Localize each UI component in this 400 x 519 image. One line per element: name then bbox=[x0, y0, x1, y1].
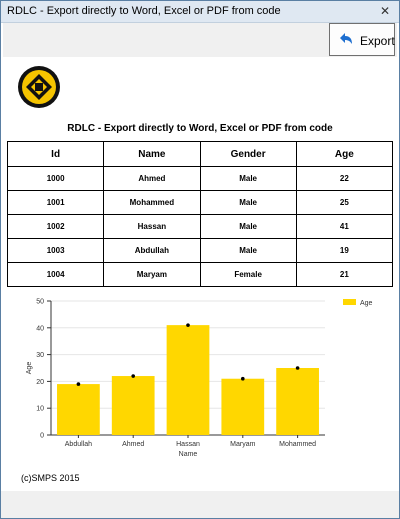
x-tick-label: Ahmed bbox=[122, 441, 144, 448]
bar-abdullah bbox=[57, 384, 100, 435]
x-axis-title: Name bbox=[179, 451, 198, 458]
report-title: RDLC - Export directly to Word, Excel or… bbox=[67, 123, 333, 134]
data-point-marker bbox=[241, 376, 245, 381]
x-tick-label: Maryam bbox=[230, 441, 255, 448]
cell-id: 1001 bbox=[6, 190, 105, 215]
footer-copyright: (c)SMPS 2015 bbox=[21, 473, 80, 483]
y-tick-label: 40 bbox=[36, 325, 44, 332]
column-header-name: Name bbox=[103, 141, 201, 167]
bar-hassan bbox=[166, 325, 210, 435]
cell-id: 1000 bbox=[6, 166, 105, 191]
export-button[interactable]: Export bbox=[329, 23, 395, 56]
cell-name: Maryam bbox=[103, 262, 201, 287]
y-tick-label: 50 bbox=[36, 299, 44, 306]
bar-mohammed bbox=[276, 368, 319, 435]
y-tick-label: 0 bbox=[40, 433, 44, 440]
cell-id: 1002 bbox=[6, 214, 105, 239]
cell-age: 22 bbox=[295, 166, 394, 191]
column-header-id: Id bbox=[6, 141, 105, 167]
cell-id: 1003 bbox=[6, 238, 105, 263]
undo-arrow-icon bbox=[340, 33, 352, 44]
cell-age: 41 bbox=[295, 214, 394, 239]
cell-age: 19 bbox=[295, 238, 394, 263]
table-header-row: Id Name Gender Age bbox=[6, 141, 394, 167]
data-point-marker bbox=[131, 374, 135, 378]
bar-maryam bbox=[221, 378, 265, 435]
cell-name: Abdullah bbox=[103, 238, 201, 263]
y-tick-label: 20 bbox=[36, 379, 44, 386]
column-header-gender: Gender bbox=[199, 141, 297, 167]
cell-id: 1004 bbox=[6, 262, 105, 287]
cell-gender: Male bbox=[199, 238, 297, 263]
legend-label: Age bbox=[360, 300, 373, 307]
table-row: 1003 Abdullah Male 19 bbox=[6, 238, 394, 263]
toolbar: Export bbox=[3, 23, 397, 57]
column-header-age: Age bbox=[295, 141, 394, 167]
legend-swatch bbox=[343, 299, 356, 305]
data-table: Id Name Gender Age 1000 Ahmed Male 22 10… bbox=[6, 141, 394, 287]
cell-age: 25 bbox=[295, 190, 394, 215]
app-window: RDLC - Export directly to Word, Excel or… bbox=[0, 0, 400, 519]
cell-name: Hassan bbox=[103, 214, 201, 239]
cell-age: 21 bbox=[295, 262, 394, 287]
cell-gender: Male bbox=[199, 214, 297, 239]
x-tick-label: Mohammed bbox=[279, 441, 316, 448]
table-row: 1000 Ahmed Male 22 bbox=[6, 166, 394, 191]
y-tick-label: 30 bbox=[36, 352, 44, 359]
window-title: RDLC - Export directly to Word, Excel or… bbox=[7, 5, 281, 17]
report-viewer: RDLC - Export directly to Word, Excel or… bbox=[6, 57, 394, 490]
bar-ahmed bbox=[111, 376, 155, 435]
data-point-marker bbox=[295, 366, 300, 370]
data-point-marker bbox=[186, 323, 190, 327]
logo-icon bbox=[18, 66, 60, 108]
cell-name: Mohammed bbox=[103, 190, 201, 215]
x-tick-label: Abdullah bbox=[65, 441, 92, 448]
cell-gender: Female bbox=[199, 262, 297, 287]
cell-name: Ahmed bbox=[103, 166, 201, 191]
table-row: 1002 Hassan Male 41 bbox=[6, 214, 394, 239]
y-tick-label: 10 bbox=[36, 406, 44, 413]
y-axis-title: Age bbox=[26, 362, 33, 375]
table-row: 1001 Mohammed Male 25 bbox=[6, 190, 394, 215]
status-strip bbox=[1, 491, 399, 518]
cell-gender: Male bbox=[199, 190, 297, 215]
age-bar-chart: 0 10 20 30 40 50 Abdullah Ahmed Hassan Maryam Moha… bbox=[26, 299, 373, 459]
title-bar: RDLC - Export directly to Word, Excel or… bbox=[1, 1, 399, 23]
x-tick-label: Hassan bbox=[176, 441, 200, 448]
export-label: Export bbox=[360, 34, 395, 48]
close-button[interactable]: ✕ bbox=[377, 4, 393, 18]
table-row: 1004 Maryam Female 21 bbox=[6, 262, 394, 287]
cell-gender: Male bbox=[199, 166, 297, 191]
data-point-marker bbox=[76, 382, 81, 386]
